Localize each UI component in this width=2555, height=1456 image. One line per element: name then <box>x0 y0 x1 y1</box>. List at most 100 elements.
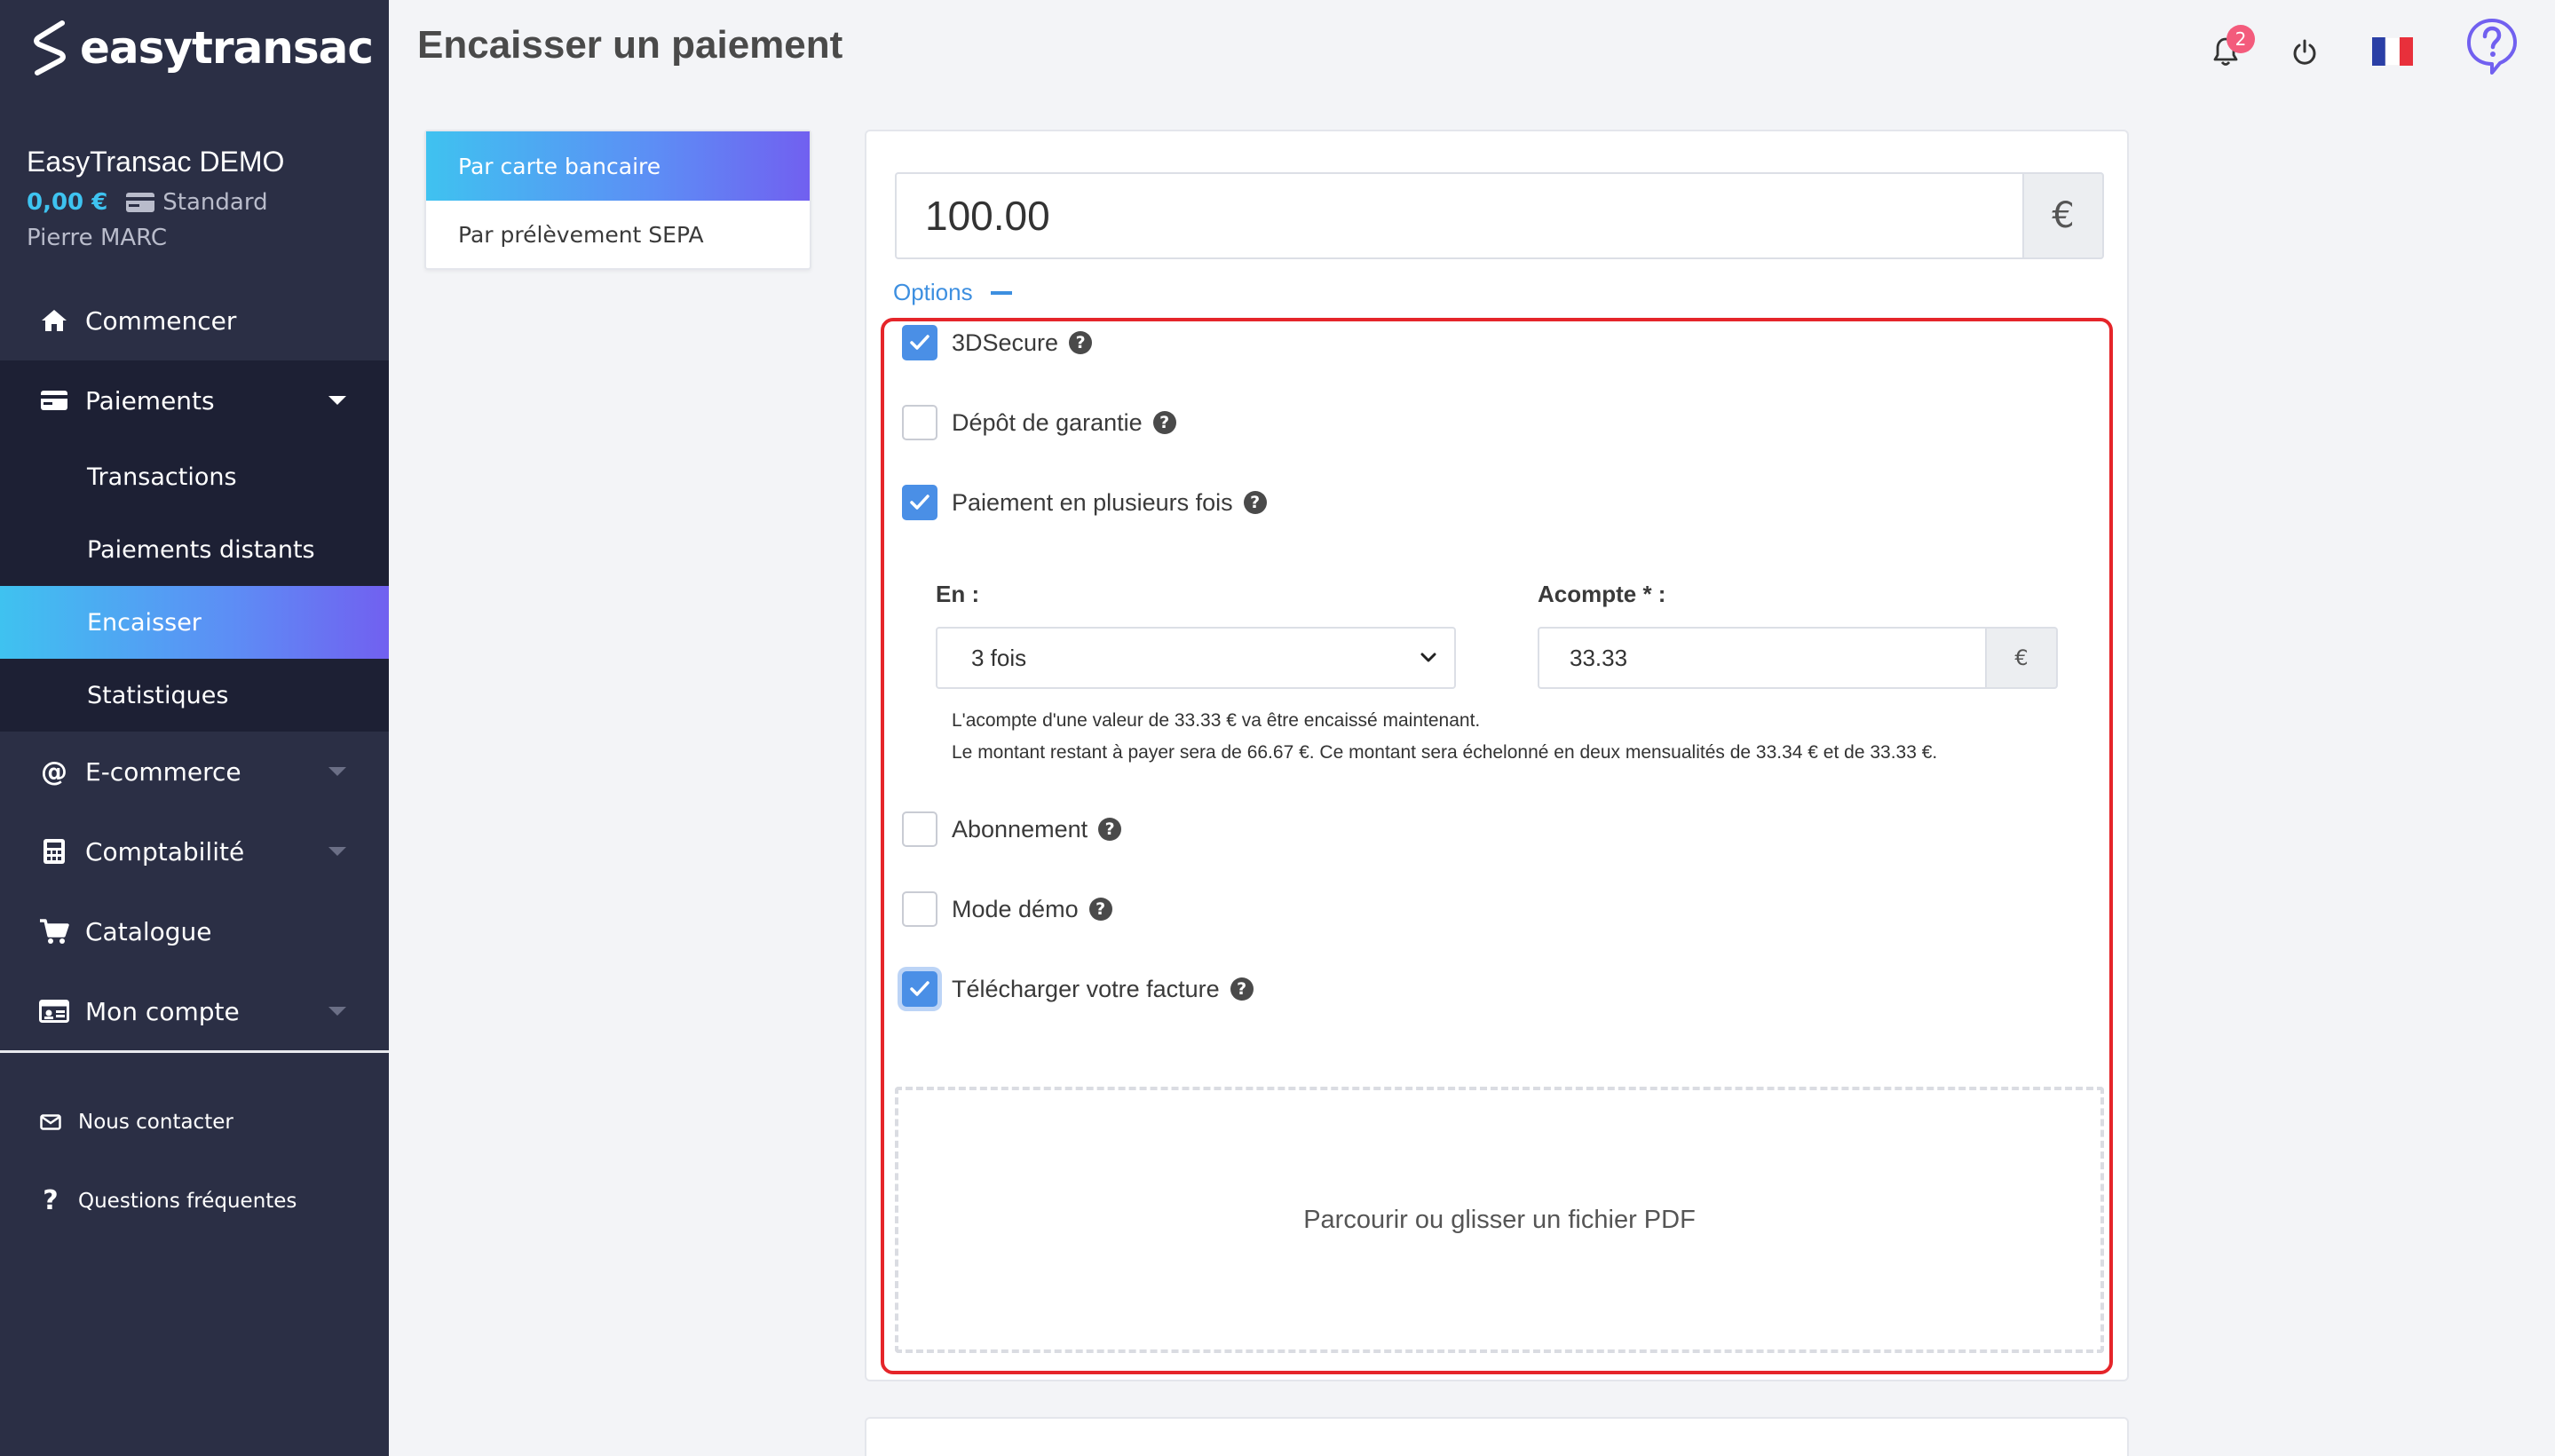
account-summary: EasyTransac DEMO 0,00 € Standard Pierre … <box>27 146 284 251</box>
cart-icon <box>39 916 69 946</box>
sidebar-item-label: E-commerce <box>85 756 241 787</box>
payment-form-card: € Options 3DSecure ? Dépôt de garantie ?… <box>865 130 2129 1381</box>
checkbox-mode-demo[interactable] <box>902 891 937 927</box>
sidebar-item-paiements[interactable]: Paiements <box>0 360 389 440</box>
check-icon <box>910 981 929 996</box>
sidebar-item-ecommerce[interactable]: @ E-commerce <box>0 732 389 811</box>
sidebar-item-commencer[interactable]: Commencer <box>0 281 389 360</box>
help-circle-icon[interactable]: ? <box>1230 977 1254 1001</box>
installments-select-value: 3 fois <box>971 644 1027 671</box>
home-icon <box>39 305 69 336</box>
logo-text: easytransac <box>80 22 374 74</box>
acompte-group: 33.33 € <box>1538 627 2058 689</box>
chevron-down-icon <box>1420 653 1436 662</box>
amount-group: € <box>895 172 2104 259</box>
tab-prelevement-sepa[interactable]: Par prélèvement SEPA <box>426 201 810 268</box>
tab-carte-bancaire[interactable]: Par carte bancaire <box>426 131 810 201</box>
option-label: Télécharger votre facture <box>952 975 1220 1002</box>
help-circle-icon[interactable]: ? <box>1152 411 1176 434</box>
chevron-down-icon <box>328 767 346 776</box>
account-balance: 0,00 € <box>27 189 108 216</box>
acompte-input[interactable]: 33.33 <box>1538 627 1985 689</box>
option-telecharger-facture[interactable]: Télécharger votre facture ? <box>902 971 1254 1007</box>
options-label: Options <box>893 279 973 305</box>
chevron-down-icon <box>328 396 346 405</box>
sidebar-item-label: Comptabilité <box>85 836 245 866</box>
installments-select[interactable]: 3 fois <box>936 627 1456 689</box>
sidebar: easytransac EasyTransac DEMO 0,00 € Stan… <box>0 0 389 1456</box>
account-name: EasyTransac DEMO <box>27 146 285 178</box>
help-button[interactable] <box>2466 18 2518 76</box>
installments-info-line-2: Le montant restant à payer sera de 66.67… <box>952 742 1938 763</box>
checkbox-abonnement[interactable] <box>902 811 937 847</box>
sidebar-item-catalogue[interactable]: Catalogue <box>0 891 389 971</box>
page-title: Encaisser un paiement <box>417 23 843 67</box>
sidebar-nav: Commencer Paiements Transactions Paiemen… <box>0 281 389 1051</box>
secondary-card <box>865 1417 2129 1456</box>
sidebar-divider <box>0 1050 389 1053</box>
option-3dsecure[interactable]: 3DSecure ? <box>902 325 1093 360</box>
checkbox-paiement-plusieurs-fois[interactable] <box>902 485 937 520</box>
sidebar-item-label: Paiements <box>85 385 215 415</box>
sidebar-item-label: Mon compte <box>85 996 240 1026</box>
payment-method-tabs: Par carte bancaire Par prélèvement SEPA <box>424 130 811 270</box>
notifications-button[interactable]: 2 <box>2212 25 2255 71</box>
french-flag-icon <box>2372 36 2413 67</box>
easytransac-logo-icon <box>30 20 69 76</box>
option-label: Abonnement <box>952 815 1088 843</box>
help-circle-icon[interactable]: ? <box>1069 331 1093 354</box>
option-label: Paiement en plusieurs fois <box>952 488 1233 516</box>
option-abonnement[interactable]: Abonnement ? <box>902 811 1122 847</box>
sidebar-subitem-encaisser[interactable]: Encaisser <box>0 586 389 659</box>
option-mode-demo[interactable]: Mode démo ? <box>902 891 1112 927</box>
credit-card-icon <box>39 385 69 415</box>
chevron-down-icon <box>328 1007 346 1016</box>
account-plan-label: Standard <box>162 189 268 216</box>
id-card-icon <box>39 996 69 1026</box>
option-label: Dépôt de garantie <box>952 408 1143 436</box>
logout-button[interactable] <box>2290 37 2321 69</box>
sidebar-link-label: Nous contacter <box>78 1111 233 1134</box>
account-plan: Standard <box>125 189 268 216</box>
amount-currency: € <box>2022 172 2104 259</box>
chevron-down-icon <box>328 847 346 856</box>
installments-count-label: En : <box>936 581 980 607</box>
checkbox-3dsecure[interactable] <box>902 325 937 360</box>
checkbox-telecharger-facture[interactable] <box>902 971 937 1007</box>
checkbox-depot-garantie[interactable] <box>902 405 937 440</box>
check-icon <box>910 335 929 350</box>
acompte-label: Acompte * : <box>1538 581 1666 607</box>
card-icon <box>126 193 155 212</box>
help-circle-icon[interactable]: ? <box>1088 898 1112 921</box>
pdf-dropzone[interactable]: Parcourir ou glisser un fichier PDF <box>895 1087 2104 1353</box>
envelope-icon <box>39 1114 62 1130</box>
option-depot-garantie[interactable]: Dépôt de garantie ? <box>902 405 1176 440</box>
options-toggle[interactable]: Options <box>893 279 1012 306</box>
sidebar-item-comptabilite[interactable]: Comptabilité <box>0 811 389 891</box>
help-circle-icon[interactable]: ? <box>1098 818 1122 841</box>
power-icon <box>2293 39 2316 65</box>
language-selector[interactable] <box>2372 36 2413 67</box>
amount-input[interactable] <box>895 172 2022 259</box>
account-user: Pierre MARC <box>27 225 168 251</box>
help-circle-icon[interactable]: ? <box>1243 491 1267 514</box>
help-question-icon <box>2467 19 2517 75</box>
collapse-minus-icon <box>990 290 1012 295</box>
sidebar-item-label: Commencer <box>85 305 237 336</box>
question-icon: ? <box>43 1185 59 1216</box>
sidebar-subitem-transactions[interactable]: Transactions <box>0 440 389 513</box>
sidebar-subitem-statistiques[interactable]: Statistiques <box>0 659 389 732</box>
option-label: 3DSecure <box>952 328 1059 356</box>
sidebar-item-mon-compte[interactable]: Mon compte <box>0 971 389 1051</box>
sidebar-link-nous-contacter[interactable]: Nous contacter <box>39 1111 233 1134</box>
payments-submenu: Transactions Paiements distants Encaisse… <box>0 440 389 732</box>
option-paiement-plusieurs-fois[interactable]: Paiement en plusieurs fois ? <box>902 485 1267 520</box>
option-label: Mode démo <box>952 895 1079 922</box>
installments-info-line-1: L'acompte d'une valeur de 33.33 € va êtr… <box>952 710 1481 731</box>
notification-count-badge: 2 <box>2227 25 2255 53</box>
sidebar-link-questions-frequentes[interactable]: ? Questions fréquentes <box>39 1185 297 1216</box>
sidebar-link-label: Questions fréquentes <box>78 1189 297 1213</box>
sidebar-subitem-paiements-distants[interactable]: Paiements distants <box>0 513 389 586</box>
sidebar-item-label: Catalogue <box>85 916 212 946</box>
logo[interactable]: easytransac <box>30 16 374 80</box>
